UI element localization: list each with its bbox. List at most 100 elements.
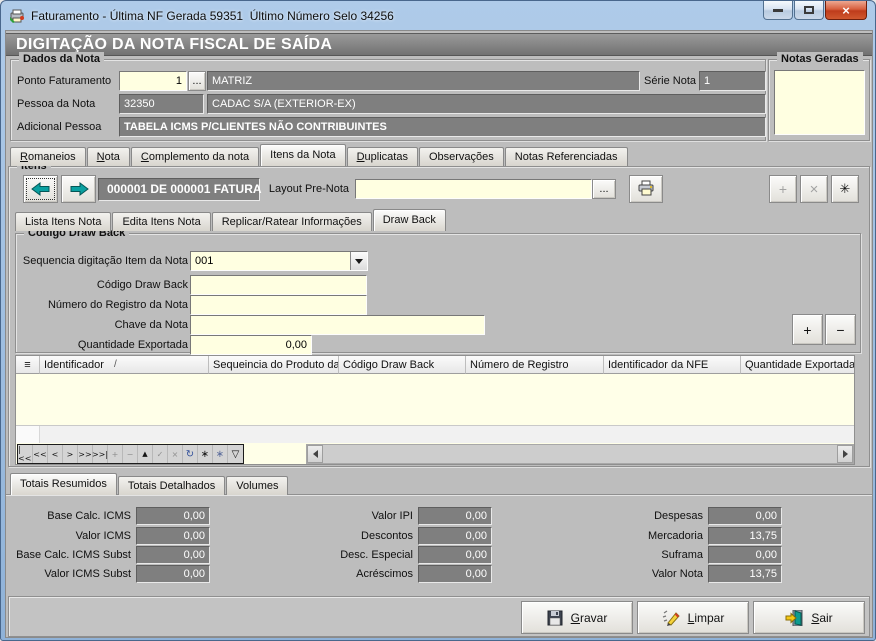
- print-button[interactable]: [629, 175, 663, 203]
- tab-totais-detalhados[interactable]: Totais Detalhados: [118, 476, 225, 495]
- gravar-button[interactable]: Gravar: [521, 601, 633, 634]
- grid-footer-first-cell: [16, 426, 40, 443]
- application-window: Faturamento - Última NF Gerada 59351 Últ…: [0, 0, 876, 641]
- printer-icon: [637, 180, 655, 199]
- column-codigo-draw-back[interactable]: Código Draw Back: [339, 356, 466, 374]
- close-icon: ×: [842, 3, 850, 18]
- asterisk-icon: ✳: [840, 181, 851, 197]
- prior-page-button[interactable]: <<: [33, 445, 48, 463]
- eraser-icon: [662, 610, 680, 626]
- codigo-draw-back-group: Código Draw Back Sequencia digitação Ite…: [15, 233, 861, 353]
- page-title: DIGITAÇÃO DA NOTA FISCAL DE SAÍDA: [6, 33, 872, 56]
- cancel-button[interactable]: ×: [168, 445, 183, 463]
- dados-da-nota-group: Dados da Nota Ponto Faturamento 1 ... MA…: [10, 59, 766, 141]
- add-item-button[interactable]: +: [769, 175, 797, 203]
- prev-record-button[interactable]: [23, 175, 58, 203]
- base-calc-icms-label: Base Calc. ICMS: [14, 510, 136, 522]
- sair-button[interactable]: Sair: [753, 601, 865, 634]
- valor-icms-value: 0,00: [136, 527, 210, 545]
- tab-lista-itens-nota[interactable]: Lista Itens Nota: [15, 212, 111, 231]
- filter-button[interactable]: ▽: [228, 445, 243, 463]
- base-calc-icms-subst-label: Base Calc. ICMS Subst: [14, 549, 136, 561]
- limpar-label: Limpar: [688, 611, 725, 625]
- arrow-left-icon: [31, 182, 51, 196]
- delete-record-button[interactable]: −: [123, 445, 138, 463]
- column-identificador[interactable]: Identificador /: [40, 356, 209, 374]
- tab-volumes[interactable]: Volumes: [226, 476, 288, 495]
- quantidade-exportada-label: Quantidade Exportada: [16, 335, 188, 355]
- quantidade-exportada-input[interactable]: 0,00: [190, 335, 312, 355]
- footer-bar: Gravar Limpar: [8, 596, 870, 637]
- tab-itens-da-nota[interactable]: Itens da Nota: [260, 144, 345, 166]
- minimize-button[interactable]: [763, 1, 793, 20]
- save-floppy-icon: [547, 610, 563, 626]
- codigo-draw-back-label: Código Draw Back: [16, 275, 188, 295]
- tab-draw-back[interactable]: Draw Back: [373, 209, 446, 231]
- window-title: Faturamento - Última NF Gerada 59351 Últ…: [31, 9, 394, 23]
- total-row: Suframa 0,00: [584, 546, 782, 564]
- combo-dropdown-button[interactable]: [350, 252, 367, 270]
- next-page-button[interactable]: >>: [78, 445, 93, 463]
- next-record-button[interactable]: >: [63, 445, 78, 463]
- ponto-faturamento-lookup-button[interactable]: ...: [188, 71, 206, 91]
- layout-pre-nota-input[interactable]: [355, 179, 592, 199]
- custom-button-1[interactable]: ∗: [198, 445, 213, 463]
- despesas-label: Despesas: [584, 510, 708, 522]
- notas-geradas-list[interactable]: [774, 70, 865, 135]
- drawback-add-button[interactable]: +: [792, 314, 823, 345]
- numero-registro-input[interactable]: [190, 295, 367, 315]
- special-button[interactable]: ✳: [831, 175, 859, 203]
- sequencia-digitacao-combo[interactable]: 001: [190, 251, 368, 271]
- desc-especial-value: 0,00: [418, 546, 492, 564]
- custom-button-2[interactable]: ∗: [213, 445, 228, 463]
- tab-nota[interactable]: Nota: [87, 147, 130, 166]
- limpar-button[interactable]: Limpar: [637, 601, 749, 634]
- valor-ipi-value: 0,00: [418, 507, 492, 525]
- grid-indicator-column[interactable]: ≡: [16, 356, 40, 374]
- last-record-button[interactable]: >>|: [93, 445, 108, 463]
- first-record-button[interactable]: |<<: [18, 445, 33, 463]
- drawback-remove-button[interactable]: −: [825, 314, 856, 345]
- client-area: DIGITAÇÃO DA NOTA FISCAL DE SAÍDA Dados …: [5, 30, 873, 638]
- serie-nota-value: 1: [699, 71, 766, 91]
- scroll-right-button[interactable]: [837, 445, 853, 463]
- acrescimos-label: Acréscimos: [294, 568, 418, 580]
- refresh-button[interactable]: ↻: [183, 445, 198, 463]
- tab-totais-resumidos[interactable]: Totais Resumidos: [10, 473, 117, 495]
- column-quantidade-exportada[interactable]: Quantidade Exportada: [741, 356, 854, 374]
- column-identificador-nfe[interactable]: Identificador da NFE: [604, 356, 741, 374]
- tab-replicar-ratear-informacoes[interactable]: Replicar/Ratear Informações: [212, 212, 372, 231]
- edit-record-button[interactable]: ▲: [138, 445, 153, 463]
- tab-observacoes[interactable]: Observações: [419, 147, 504, 166]
- app-icon: [9, 8, 25, 24]
- desc-especial-label: Desc. Especial: [294, 549, 418, 561]
- insert-record-button[interactable]: +: [108, 445, 123, 463]
- title-bar[interactable]: Faturamento - Última NF Gerada 59351 Últ…: [1, 1, 875, 30]
- prior-record-button[interactable]: <: [48, 445, 63, 463]
- numero-registro-label: Número do Registro da Nota: [16, 295, 188, 315]
- grid-body[interactable]: [16, 374, 854, 425]
- adicional-pessoa-label: Adicional Pessoa: [17, 117, 101, 137]
- tab-notas-referenciadas[interactable]: Notas Referenciadas: [505, 147, 628, 166]
- close-button[interactable]: ×: [825, 1, 867, 20]
- tab-romaneios[interactable]: Romaneios: [10, 147, 86, 166]
- delete-item-button[interactable]: ×: [800, 175, 828, 203]
- column-numero-registro[interactable]: Número de Registro: [466, 356, 604, 374]
- grid-header: ≡ Identificador / Sequeincia do Produto …: [16, 356, 854, 374]
- tab-duplicatas[interactable]: Duplicatas: [347, 147, 418, 166]
- chave-da-nota-input[interactable]: [190, 315, 485, 335]
- ponto-faturamento-input[interactable]: 1: [119, 71, 187, 91]
- maximize-button[interactable]: [794, 1, 824, 20]
- post-button[interactable]: ✓: [153, 445, 168, 463]
- tab-edita-itens-nota[interactable]: Edita Itens Nota: [112, 212, 210, 231]
- codigo-draw-back-input[interactable]: [190, 275, 367, 295]
- column-sequeincia-produto[interactable]: Sequeincia do Produto da Nota: [209, 356, 339, 374]
- grid-horizontal-scrollbar[interactable]: [306, 444, 854, 464]
- layout-pre-nota-lookup-button[interactable]: ...: [592, 179, 616, 199]
- scroll-left-button[interactable]: [307, 445, 323, 463]
- layout-pre-nota-label: Layout Pre-Nota: [234, 179, 349, 199]
- tab-complemento-da-nota[interactable]: Complemento da nota: [131, 147, 259, 166]
- descontos-value: 0,00: [418, 527, 492, 545]
- next-record-button[interactable]: [61, 175, 96, 203]
- sequencia-digitacao-value: 001: [191, 252, 350, 270]
